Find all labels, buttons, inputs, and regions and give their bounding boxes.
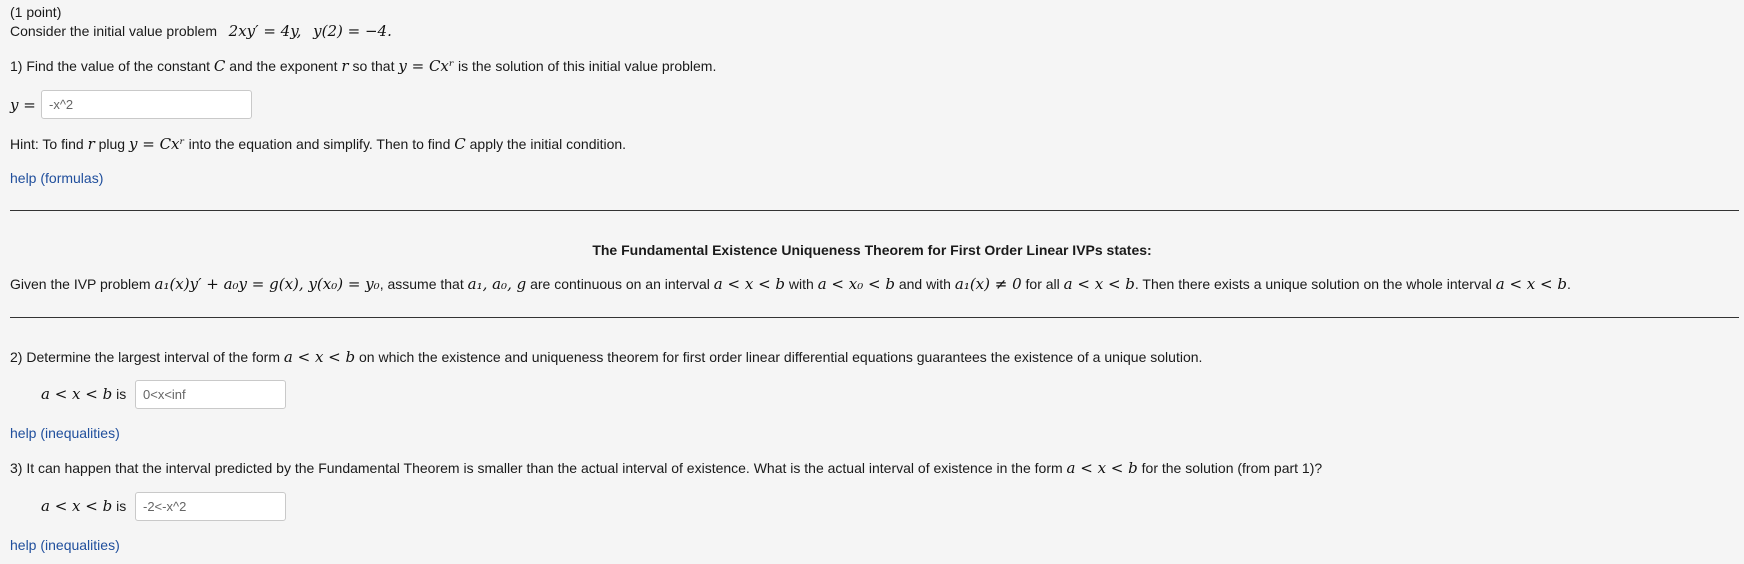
- part1-text-b: and the exponent: [229, 58, 338, 74]
- hint-text-b: plug: [98, 136, 126, 152]
- part2-question: 2) Determine the largest interval of the…: [10, 348, 1202, 366]
- hint-c: C: [454, 135, 466, 153]
- theorem-interval-1: a < x < b: [713, 275, 786, 293]
- hint-r: r: [87, 135, 95, 153]
- part3-text-b: for the solution (from part 1)?: [1141, 460, 1323, 476]
- part1-hint: Hint: To find r plug y = Cxʳ into the eq…: [10, 135, 626, 153]
- part3-answer-label: a < x < b is: [41, 497, 126, 515]
- part2-interval-expr: a < x < b: [283, 348, 356, 366]
- y-equals-label: y =: [10, 96, 36, 114]
- part2-label-is: is: [116, 386, 127, 402]
- theorem-text-1: Given the IVP problem: [10, 276, 151, 292]
- part1-text-d: is the solution of this initial value pr…: [458, 58, 717, 74]
- theorem-functions: a₁, a₀, g: [467, 275, 527, 293]
- theorem-text-6: for all: [1025, 276, 1060, 292]
- hint-expression: y = Cxʳ: [128, 135, 185, 153]
- part3-interval-expr: a < x < b: [1066, 459, 1138, 477]
- theorem-text-3: are continuous on an interval: [530, 276, 710, 292]
- hint-text-d: apply the initial condition.: [469, 136, 627, 152]
- part1-answer-input[interactable]: [41, 90, 252, 119]
- theorem-nonzero: a₁(x) ≠ 0: [954, 275, 1022, 293]
- part2-answer-input[interactable]: [135, 380, 286, 409]
- part2-text-b: on which the existence and uniqueness th…: [359, 349, 1203, 365]
- part3-label-is: is: [116, 498, 127, 514]
- theorem-text-2: , assume that: [379, 276, 464, 292]
- exponent-r: r: [341, 57, 349, 75]
- theorem-title: The Fundamental Existence Uniqueness The…: [592, 242, 1152, 258]
- part3-answer-input[interactable]: [135, 492, 286, 521]
- help-formulas-link[interactable]: help (formulas): [10, 169, 103, 187]
- theorem-statement: Given the IVP problem a₁(x)y′ + a₀y = g(…: [10, 275, 1571, 293]
- part1-question: 1) Find the value of the constant C and …: [10, 57, 716, 75]
- hint-text-c: into the equation and simplify. Then to …: [188, 136, 451, 152]
- theorem-text-4: with: [788, 276, 814, 292]
- theorem-text-7: . Then there exists a unique solution on…: [1134, 276, 1492, 292]
- hint-text-a: Hint: To find: [10, 136, 84, 152]
- problem-intro: Consider the initial value problem: [10, 23, 217, 39]
- part3-label-expr: a < x < b: [41, 497, 113, 515]
- theorem-text-5: and with: [898, 276, 951, 292]
- part2-answer-label: a < x < b is: [41, 385, 126, 403]
- help-inequalities-link-2[interactable]: help (inequalities): [10, 536, 120, 554]
- part2-text-a: 2) Determine the largest interval of the…: [10, 349, 281, 365]
- power-expression: y = Cxʳ: [398, 57, 455, 75]
- theorem-ivp: a₁(x)y′ + a₀y = g(x), y(x₀) = y₀: [154, 275, 380, 293]
- part1-text-c: so that: [352, 58, 395, 74]
- theorem-x0-interval: a < x₀ < b: [817, 275, 895, 293]
- theorem-interval-3: a < x < b: [1495, 275, 1567, 293]
- divider-bottom: [10, 317, 1739, 318]
- constant-c: C: [213, 57, 226, 75]
- theorem-interval-2: a < x < b: [1063, 275, 1135, 293]
- part1-text-a: 1) Find the value of the constant: [10, 58, 211, 74]
- part3-question: 3) It can happen that the interval predi…: [10, 459, 1322, 477]
- initial-condition: y(2) = −4.: [313, 22, 392, 40]
- points-label: (1 point): [10, 4, 62, 20]
- theorem-text-8: .: [1566, 276, 1571, 292]
- part2-label-expr: a < x < b: [41, 385, 113, 403]
- part3-text-a: 3) It can happen that the interval predi…: [10, 460, 1063, 476]
- divider-top: [10, 210, 1739, 211]
- help-inequalities-link-1[interactable]: help (inequalities): [10, 424, 120, 442]
- ode-equation: 2xy′ = 4y,: [228, 22, 302, 40]
- problem-statement: Consider the initial value problem 2xy′ …: [10, 22, 392, 40]
